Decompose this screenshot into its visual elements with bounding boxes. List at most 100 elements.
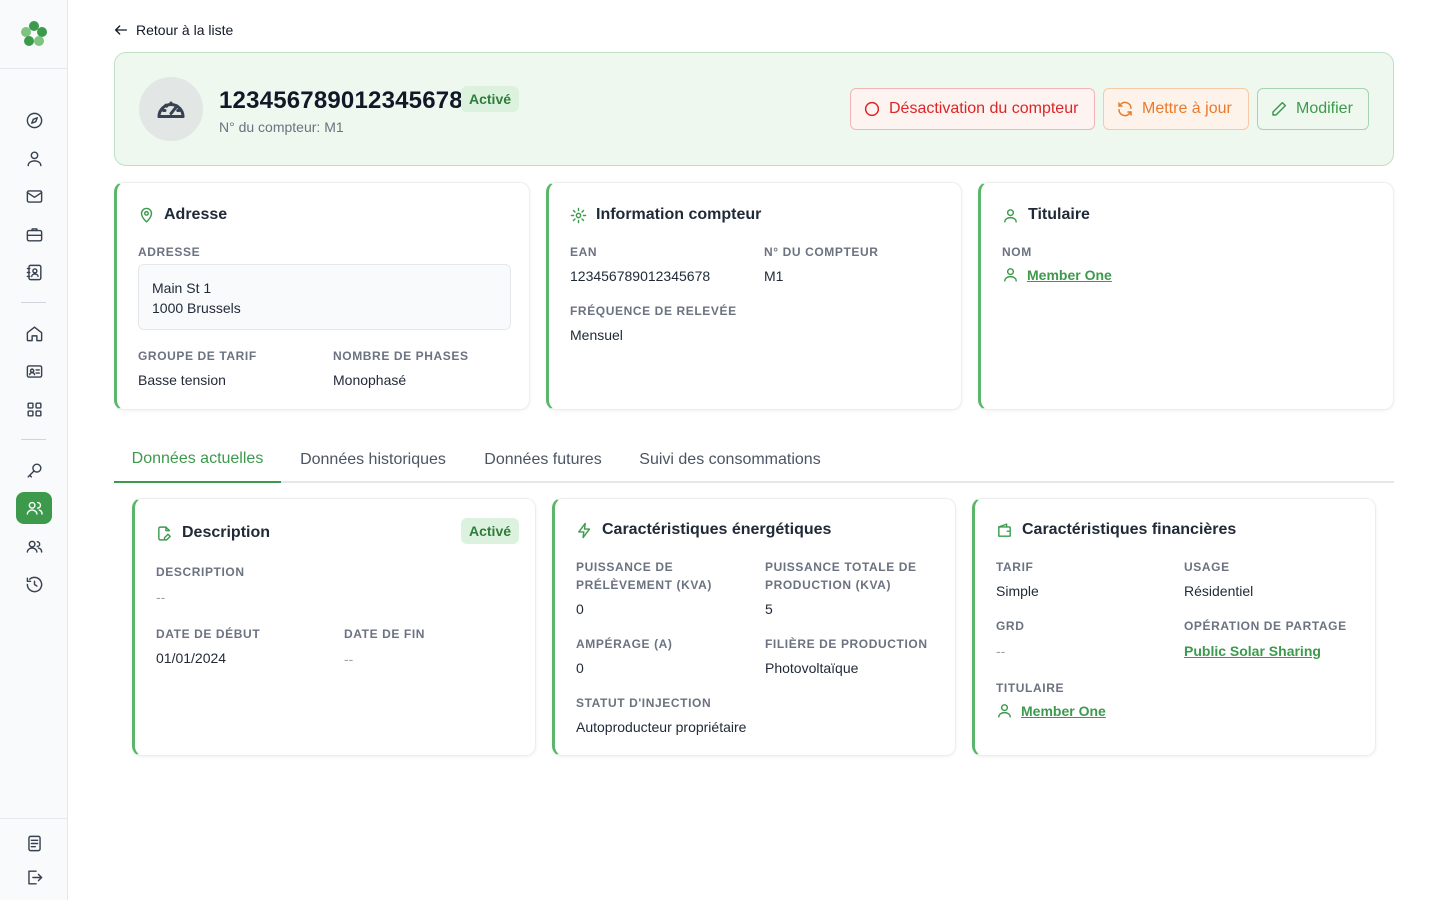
wallet-icon xyxy=(998,522,1011,537)
status-badge: Activé xyxy=(461,518,520,544)
tab-future-data[interactable]: Données futures xyxy=(470,436,616,483)
id-card-icon xyxy=(26,364,42,378)
production-sector-label: FILIÈRE DE PRODUCTION xyxy=(765,637,928,651)
holder-card: Titulaire NOM Member One xyxy=(978,182,1394,410)
map-pin-icon xyxy=(140,207,153,223)
deactivate-label: Désactivation du compteur xyxy=(889,100,1079,117)
injection-status-value: Autoproducteur propriétaire xyxy=(576,719,747,735)
holder-link[interactable]: Member One xyxy=(996,702,1106,719)
grid-icon xyxy=(26,401,42,417)
sidebar-item-docs[interactable] xyxy=(16,827,52,859)
card-title: Adresse xyxy=(138,206,227,224)
update-button[interactable]: Mettre à jour xyxy=(1103,88,1249,130)
lightning-icon xyxy=(578,522,591,538)
sidebar-item-keys[interactable] xyxy=(16,454,52,486)
start-date-value: 01/01/2024 xyxy=(156,650,227,666)
deactivate-meter-button[interactable]: Désactivation du compteur xyxy=(850,88,1095,130)
key-icon xyxy=(26,462,42,478)
sidebar-separator xyxy=(0,818,67,819)
user-icon xyxy=(26,150,42,166)
sharing-operation-link[interactable]: Public Solar Sharing xyxy=(1184,643,1321,659)
card-title: Information compteur xyxy=(570,206,761,224)
end-date-label: DATE DE FIN xyxy=(344,627,426,641)
arrow-left-icon xyxy=(115,25,127,35)
user-icon xyxy=(1004,268,1017,282)
sidebar-item-history[interactable] xyxy=(16,568,52,600)
sidebar-item-profile[interactable] xyxy=(16,142,52,174)
address-label: ADRESSE xyxy=(138,245,201,259)
users-group-icon xyxy=(26,540,42,553)
sidebar-item-id-card[interactable] xyxy=(16,355,52,387)
sidebar-item-briefcase[interactable] xyxy=(16,218,52,250)
briefcase-icon xyxy=(26,227,42,242)
sharing-operation-label: OPÉRATION DE PARTAGE xyxy=(1184,619,1347,633)
card-title: Caractéristiques énergétiques xyxy=(576,521,831,539)
sidebar-item-groups[interactable] xyxy=(16,530,52,562)
meter-number-value: M1 xyxy=(764,268,784,284)
compass-icon xyxy=(26,112,42,128)
back-link[interactable]: Retour à la liste xyxy=(113,20,233,40)
production-power-value: 5 xyxy=(765,601,773,617)
user-icon xyxy=(1004,208,1017,223)
ean-value: 123456789012345678 xyxy=(570,268,711,284)
tariff-group-label: GROUPE DE TARIF xyxy=(138,349,257,363)
grd-label: GRD xyxy=(996,619,1025,633)
sidebar-item-logout[interactable] xyxy=(16,861,52,893)
finance-card: Caractéristiques financières TARIF Simpl… xyxy=(972,498,1376,756)
sidebar-item-mail[interactable] xyxy=(16,180,52,212)
user-icon xyxy=(998,704,1011,718)
back-label: Retour à la liste xyxy=(136,22,234,38)
usage-label: USAGE xyxy=(1184,560,1230,574)
document-icon xyxy=(27,835,41,851)
description-value: -- xyxy=(156,589,166,605)
description-card: Description Activé DESCRIPTION -- DATE D… xyxy=(132,498,536,756)
sidebar-divider xyxy=(21,439,46,440)
contact-book-icon xyxy=(26,264,42,280)
logout-icon xyxy=(27,869,42,885)
sidebar-item-grid[interactable] xyxy=(16,393,52,425)
circle-icon xyxy=(864,101,880,117)
sidebar-item-members[interactable] xyxy=(16,492,52,524)
name-label: NOM xyxy=(1002,245,1032,259)
holder-link[interactable]: Member One xyxy=(1002,266,1112,283)
frequency-label: FRÉQUENCE DE RELEVÉE xyxy=(570,304,737,318)
usage-value: Résidentiel xyxy=(1184,583,1254,599)
tab-current-data[interactable]: Données actuelles xyxy=(114,436,281,483)
logo-icon[interactable] xyxy=(19,19,49,47)
address-line1: Main St 1 xyxy=(152,280,212,296)
tab-consumption-tracking[interactable]: Suivi des consommations xyxy=(626,436,834,483)
page-title: 123456789012345678 xyxy=(219,87,463,114)
address-card: Adresse ADRESSE Main St 1 1000 Brussels … xyxy=(114,182,530,410)
status-badge: Activé xyxy=(461,86,520,112)
sidebar-item-home[interactable] xyxy=(16,317,52,349)
sidebar-divider xyxy=(21,302,46,303)
sidebar xyxy=(0,0,68,900)
frequency-value: Mensuel xyxy=(570,327,623,343)
card-title: Caractéristiques financières xyxy=(996,521,1236,539)
grd-value: -- xyxy=(996,643,1006,659)
withdrawal-power-value: 0 xyxy=(576,601,584,617)
card-title: Titulaire xyxy=(1002,206,1090,224)
refresh-icon xyxy=(1118,101,1132,117)
gauge-icon xyxy=(157,101,185,118)
sidebar-item-contacts[interactable] xyxy=(16,256,52,288)
sidebar-item-explore[interactable] xyxy=(16,104,52,136)
users-icon xyxy=(26,501,43,515)
address-line2: 1000 Brussels xyxy=(152,300,241,316)
meter-subtitle: N° du compteur: M1 xyxy=(219,119,344,135)
amperage-value: 0 xyxy=(576,660,584,676)
sidebar-separator xyxy=(0,68,67,69)
card-title: Description xyxy=(156,524,270,542)
start-date-label: DATE DE DÉBUT xyxy=(156,627,261,641)
tariff-value: Simple xyxy=(996,583,1039,599)
edit-label: Modifier xyxy=(1296,100,1353,117)
tariff-group-value: Basse tension xyxy=(138,372,226,388)
mail-icon xyxy=(26,189,42,203)
amperage-label: AMPÉRAGE (A) xyxy=(576,637,673,651)
description-label: DESCRIPTION xyxy=(156,565,245,579)
history-icon xyxy=(26,576,42,592)
gear-icon xyxy=(570,207,587,223)
edit-button[interactable]: Modifier xyxy=(1257,88,1369,130)
home-icon xyxy=(26,325,42,341)
tab-historical-data[interactable]: Données historiques xyxy=(282,436,464,483)
